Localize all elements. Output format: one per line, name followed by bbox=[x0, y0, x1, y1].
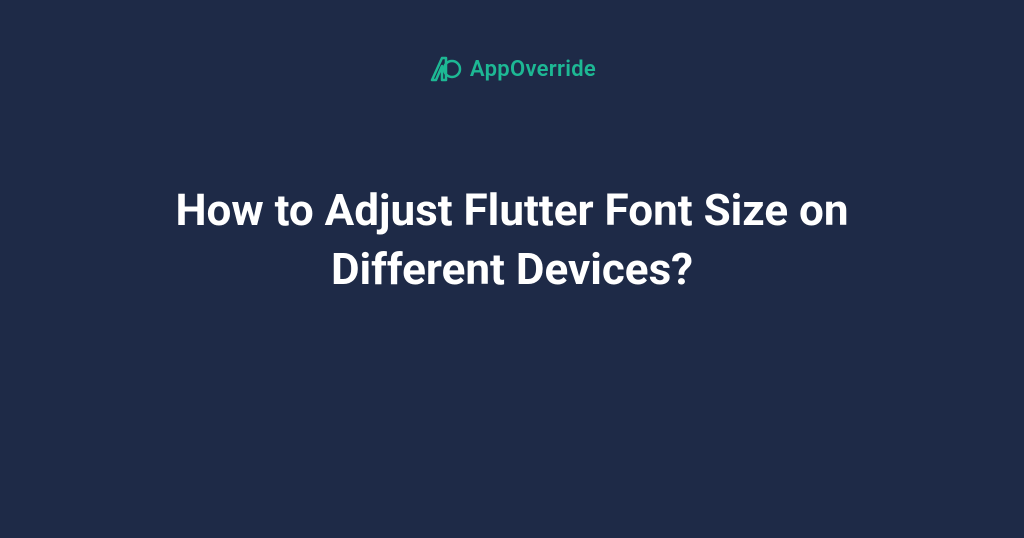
brand-icon bbox=[428, 52, 462, 86]
brand-name: AppOverride bbox=[470, 57, 596, 82]
brand-logo: AppOverride bbox=[428, 52, 596, 86]
page-title: How to Adjust Flutter Font Size on Diffe… bbox=[152, 181, 872, 300]
